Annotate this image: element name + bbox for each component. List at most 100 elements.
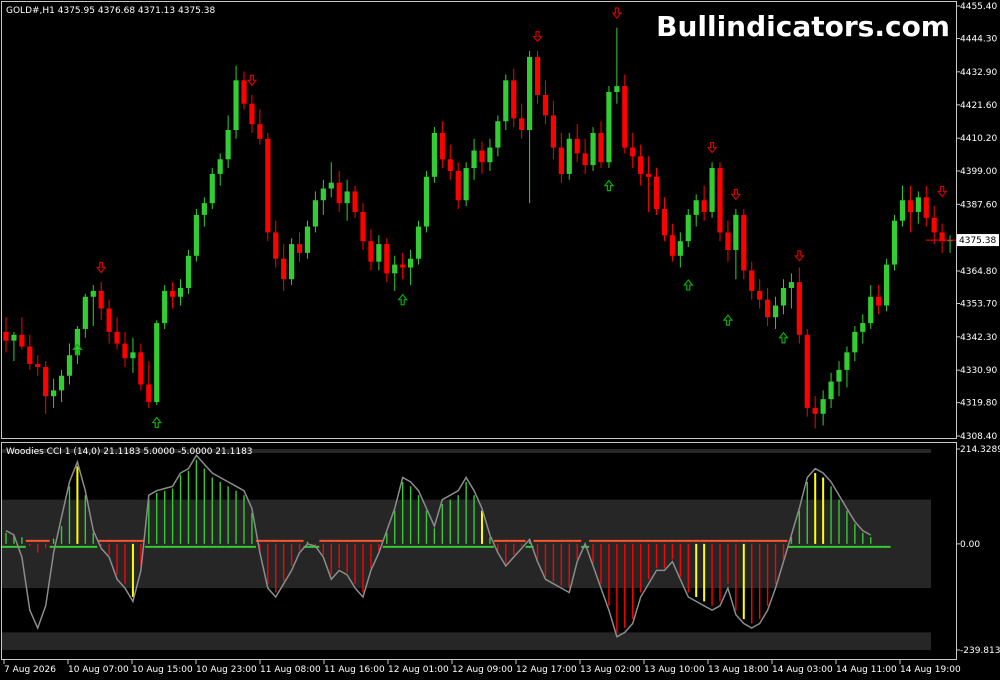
- candle-body: [447, 159, 453, 171]
- candle-body: [273, 232, 279, 259]
- candle-body: [66, 355, 73, 376]
- candle-body: [915, 197, 921, 212]
- price-tick-label: 4444.30: [960, 34, 997, 44]
- candle-body: [463, 168, 469, 201]
- chart-window: 4455.40 4444.30 4432.90 4421.60 4410.20 4399.…: [0, 0, 1000, 680]
- cci-axis[interactable]: 214.3289 0.00 -239.8139: [956, 445, 1000, 656]
- price-axis[interactable]: 4455.40 4444.30 4432.90 4421.60 4410.20 4399.…: [956, 2, 997, 442]
- cci-band-extreme: [2, 632, 931, 650]
- candle-body: [923, 197, 929, 218]
- time-tick-label: 13 Aug 02:00: [580, 665, 641, 675]
- candle-body: [154, 323, 160, 403]
- candle-body: [455, 170, 461, 201]
- candle-body: [772, 305, 779, 318]
- candle-body: [749, 270, 755, 291]
- chart-canvas[interactable]: 4455.40 4444.30 4432.90 4421.60 4410.20 4399.…: [0, 0, 1000, 680]
- price-tick-label: 4410.20: [960, 134, 997, 144]
- main-pane-frame: [1, 1, 957, 439]
- candles: [3, 27, 953, 429]
- candle-body: [511, 80, 517, 119]
- time-tick-label: 14 Aug 19:00: [900, 665, 961, 675]
- time-tick-label: 10 Aug 15:00: [132, 665, 193, 675]
- candle-body: [614, 86, 620, 92]
- time-axis[interactable]: 7 Aug 2026 10 Aug 07:00 10 Aug 15:00 10 Aug…: [3, 660, 961, 675]
- price-tick-label: 4330.90: [960, 366, 997, 376]
- candle-body: [90, 290, 96, 297]
- candle-body: [899, 200, 906, 221]
- candle-body: [58, 375, 65, 391]
- price-tick-label: 4399.00: [960, 167, 997, 177]
- candle-body: [281, 258, 287, 280]
- candle-body: [503, 80, 509, 122]
- candle-body: [638, 156, 644, 174]
- candle-body: [701, 200, 707, 212]
- candle-body: [312, 200, 318, 227]
- candle-body: [3, 331, 9, 341]
- candle-body: [891, 220, 898, 265]
- candle-body: [114, 331, 120, 344]
- price-tick-label: 4353.70: [960, 299, 997, 309]
- time-tick-label: 13 Aug 18:00: [708, 665, 769, 675]
- candle-body: [336, 182, 342, 204]
- time-tick-label: 10 Aug 23:00: [196, 665, 257, 675]
- candle-body: [122, 343, 128, 359]
- candle-body: [820, 399, 826, 414]
- candle-body: [257, 124, 263, 139]
- candle-body: [582, 153, 588, 166]
- candle-body: [868, 296, 874, 324]
- down-arrow-icon: [936, 185, 948, 198]
- last-price-label: 4375.38: [926, 234, 999, 247]
- candle-body: [471, 150, 477, 169]
- candle-body: [225, 130, 231, 160]
- time-tick-label: 12 Aug 17:00: [516, 665, 577, 675]
- candle-body: [931, 217, 937, 233]
- time-tick-label: 13 Aug 10:00: [644, 665, 705, 675]
- candle-body: [177, 287, 184, 297]
- candle-body: [43, 366, 49, 397]
- candle-body: [709, 168, 715, 212]
- candle-body: [487, 147, 493, 163]
- candle-body: [35, 364, 41, 367]
- up-arrow-icon: [603, 179, 615, 192]
- candle-body: [661, 209, 668, 236]
- candle-body: [622, 86, 628, 148]
- candle-body: [106, 308, 112, 332]
- candle-body: [423, 176, 430, 227]
- cci-tick-label: 214.3289: [960, 445, 1000, 455]
- candle-body: [249, 103, 255, 125]
- candle-body: [519, 118, 525, 131]
- candle-body: [780, 287, 787, 306]
- price-tick-label: 4455.40: [960, 2, 997, 12]
- candle-body: [82, 296, 88, 329]
- down-arrow-icon: [794, 250, 805, 262]
- candle-body: [11, 334, 17, 341]
- candle-body: [241, 80, 247, 104]
- price-tick-label: 4432.90: [960, 68, 997, 78]
- time-tick-label: 14 Aug 11:00: [836, 665, 897, 675]
- up-arrow-icon: [683, 279, 694, 291]
- candle-body: [170, 290, 176, 297]
- candle-body: [765, 299, 771, 318]
- time-tick-label: 12 Aug 09:00: [452, 665, 513, 675]
- candle-body: [828, 381, 834, 400]
- watermark: Bullindicators.com: [656, 10, 950, 43]
- candle-body: [209, 173, 215, 204]
- candle-body: [534, 56, 541, 95]
- candle-body: [598, 132, 604, 163]
- down-arrow-icon: [95, 261, 107, 274]
- candle-body: [304, 226, 311, 253]
- candle-body: [98, 290, 104, 309]
- time-tick-label: 7 Aug 2026: [4, 665, 56, 675]
- candle-body: [19, 334, 25, 347]
- candle-body: [320, 188, 326, 201]
- candle-body: [415, 226, 422, 259]
- candle-body: [265, 138, 271, 233]
- candle-body: [344, 191, 350, 204]
- cci-tick-label: -239.8139: [960, 646, 1000, 656]
- candle-body: [201, 203, 207, 215]
- cci-tick-label: 0.00: [960, 540, 980, 550]
- candle-body: [646, 173, 652, 177]
- candle-body: [289, 244, 295, 280]
- candle-body: [439, 132, 445, 160]
- candle-body: [542, 94, 549, 116]
